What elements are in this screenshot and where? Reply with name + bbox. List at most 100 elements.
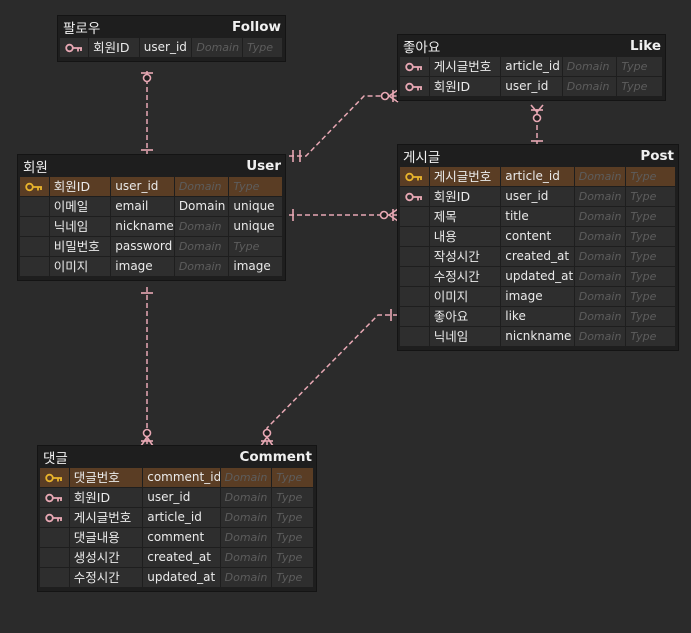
column-row[interactable]: 회원ID user_id Domain Type: [40, 488, 314, 508]
column-physical-name: article_id: [501, 167, 575, 187]
column-type: Type: [272, 548, 314, 568]
fk-key-icon: [60, 38, 90, 58]
column-logical-name: 좋아요: [429, 307, 502, 327]
column-logical-name: 게시글번호: [429, 167, 502, 187]
column-domain: Domain: [174, 177, 230, 197]
column-logical-name: 회원ID: [429, 187, 502, 207]
column-row[interactable]: 게시글번호 article_id Domain Type: [400, 167, 677, 187]
column-logical-name: 닉네임: [49, 217, 112, 237]
key-slot: [400, 247, 430, 267]
table-physical-name: Post: [640, 148, 674, 164]
column-physical-name: updated_at: [501, 267, 575, 287]
column-row[interactable]: 댓글번호 comment_id Domain Type: [40, 468, 314, 488]
column-domain: Domain: [574, 267, 627, 287]
column-physical-name: created_at: [143, 548, 221, 568]
column-row[interactable]: 댓글내용 comment Domain Type: [40, 528, 314, 548]
column-type: Type: [272, 568, 314, 588]
column-logical-name: 닉네임: [429, 327, 502, 347]
column-type: Type: [243, 38, 283, 58]
column-type: Type: [617, 77, 663, 97]
table-follow[interactable]: 팔로우 Follow 회원ID user_id Domain Type: [57, 15, 286, 62]
column-list: 회원ID user_id Domain Type 이메일 email Domain uniqu…: [18, 177, 285, 280]
column-domain: Domain: [574, 167, 627, 187]
column-row[interactable]: 내용 content Domain Type: [400, 227, 677, 247]
column-physical-name: created_at: [501, 247, 575, 267]
table-user[interactable]: 회원 User 회원ID user_id Domain Type 이메일 email Domai…: [17, 154, 286, 281]
column-physical-name: comment_id: [143, 468, 221, 488]
column-domain: Domain: [220, 548, 273, 568]
table-logical-name: 댓글: [43, 451, 68, 467]
column-list: 회원ID user_id Domain Type: [58, 38, 285, 61]
column-row[interactable]: 작성시간 created_at Domain Type: [400, 247, 677, 267]
column-logical-name: 게시글번호: [429, 57, 502, 77]
table-logical-name: 좋아요: [403, 40, 441, 56]
table-header[interactable]: 게시글 Post: [398, 145, 678, 167]
column-row[interactable]: 이미지 image Domain image: [20, 257, 283, 277]
column-row[interactable]: 비밀번호 password Domain Type: [20, 237, 283, 257]
column-type: Type: [272, 468, 314, 488]
column-row[interactable]: 수정시간 updated_at Domain Type: [400, 267, 677, 287]
column-domain: Domain: [174, 197, 230, 217]
column-domain: Domain: [574, 187, 627, 207]
column-list: 댓글번호 comment_id Domain Type 회원ID user_id Domai…: [38, 468, 316, 591]
pk-key-icon: [40, 468, 70, 488]
column-logical-name: 이미지: [429, 287, 502, 307]
column-type: Type: [626, 267, 677, 287]
column-physical-name: content: [501, 227, 575, 247]
column-domain: Domain: [174, 257, 230, 277]
key-slot: [20, 237, 50, 257]
column-row[interactable]: 제목 title Domain Type: [400, 207, 677, 227]
column-domain: Domain: [574, 327, 627, 347]
column-logical-name: 수정시간: [429, 267, 502, 287]
column-domain: Domain: [574, 247, 627, 267]
column-type: Type: [626, 207, 677, 227]
column-row[interactable]: 수정시간 updated_at Domain Type: [40, 568, 314, 588]
column-row[interactable]: 좋아요 like Domain Type: [400, 307, 677, 327]
column-row[interactable]: 이메일 email Domain unique: [20, 197, 283, 217]
column-domain: Domain: [574, 207, 627, 227]
table-header[interactable]: 팔로우 Follow: [58, 16, 285, 38]
fk-key-icon: [400, 77, 430, 97]
column-type: Type: [272, 508, 314, 528]
column-row[interactable]: 회원ID user_id Domain Type: [20, 177, 283, 197]
column-physical-name: user_id: [111, 177, 175, 197]
column-type: Type: [626, 187, 677, 207]
column-row[interactable]: 이미지 image Domain Type: [400, 287, 677, 307]
column-type: Type: [617, 57, 663, 77]
column-type: Type: [272, 528, 314, 548]
column-row[interactable]: 생성시간 created_at Domain Type: [40, 548, 314, 568]
column-physical-name: comment: [143, 528, 221, 548]
column-row[interactable]: 닉네임 nicnkname Domain Type: [400, 327, 677, 347]
column-physical-name: email: [111, 197, 175, 217]
table-header[interactable]: 댓글 Comment: [38, 446, 316, 468]
column-row[interactable]: 회원ID user_id Domain Type: [400, 77, 663, 97]
column-type: Type: [626, 247, 677, 267]
column-row[interactable]: 게시글번호 article_id Domain Type: [40, 508, 314, 528]
column-row[interactable]: 닉네임 nickname Domain unique: [20, 217, 283, 237]
column-logical-name: 회원ID: [69, 488, 144, 508]
table-header[interactable]: 좋아요 Like: [398, 35, 665, 57]
fk-key-icon: [400, 57, 430, 77]
column-logical-name: 작성시간: [429, 247, 502, 267]
column-type: Type: [626, 307, 677, 327]
key-slot: [400, 287, 430, 307]
column-domain: Domain: [574, 307, 627, 327]
key-slot: [20, 197, 50, 217]
table-comment[interactable]: 댓글 Comment 댓글번호 comment_id Domain Type 회원ID use…: [37, 445, 317, 592]
table-physical-name: User: [246, 158, 281, 174]
column-list: 게시글번호 article_id Domain Type 회원ID user_id Doma…: [398, 57, 665, 100]
table-post[interactable]: 게시글 Post 게시글번호 article_id Domain Type 회원ID user…: [397, 144, 679, 351]
table-like[interactable]: 좋아요 Like 게시글번호 article_id Domain Type 회원ID user…: [397, 34, 666, 101]
table-logical-name: 회원: [23, 160, 48, 176]
column-domain: Domain: [220, 508, 273, 528]
column-row[interactable]: 게시글번호 article_id Domain Type: [400, 57, 663, 77]
key-slot: [400, 307, 430, 327]
column-row[interactable]: 회원ID user_id Domain Type: [60, 38, 283, 58]
column-row[interactable]: 회원ID user_id Domain Type: [400, 187, 677, 207]
column-physical-name: password: [111, 237, 175, 257]
pk-key-icon: [20, 177, 50, 197]
column-physical-name: nicnkname: [501, 327, 575, 347]
table-header[interactable]: 회원 User: [18, 155, 285, 177]
pk-key-icon: [400, 167, 430, 187]
fk-key-icon: [40, 488, 70, 508]
